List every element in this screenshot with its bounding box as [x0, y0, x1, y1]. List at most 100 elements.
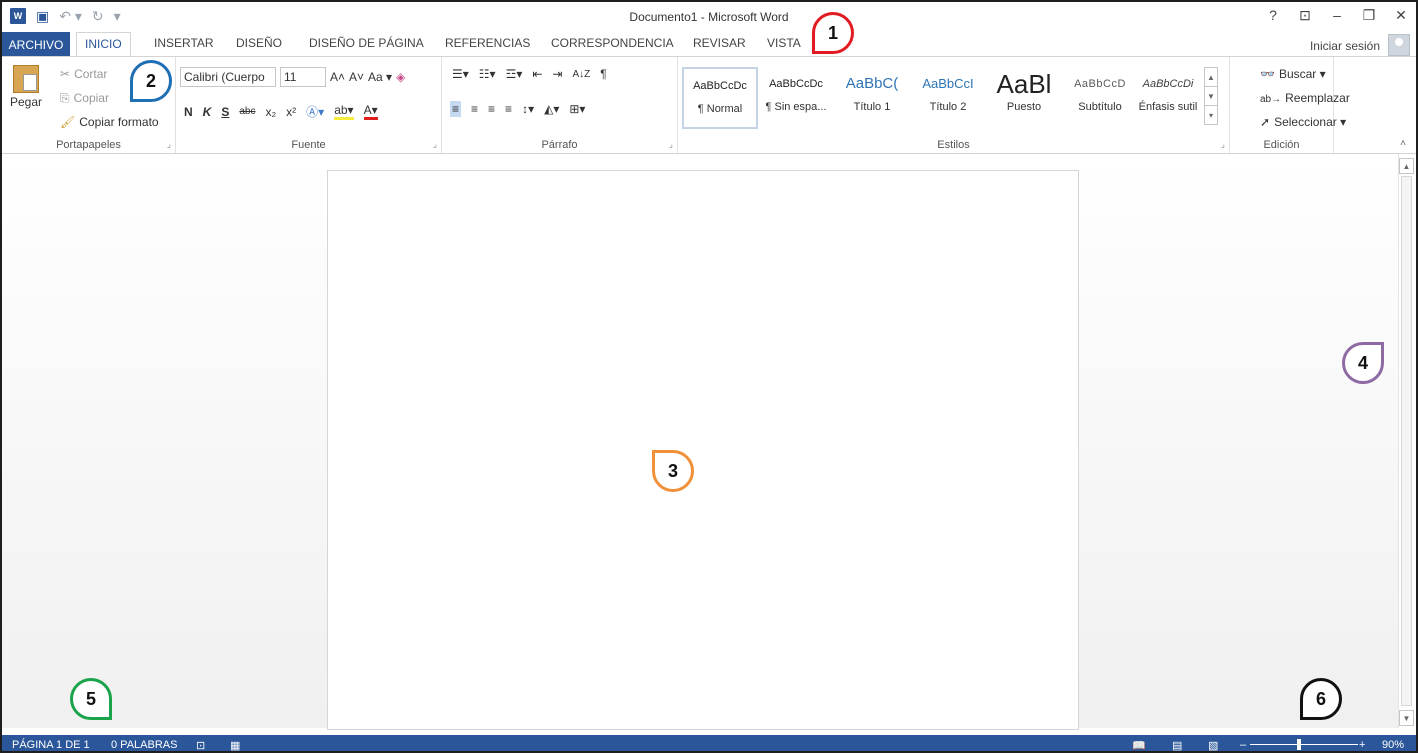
tab-vista[interactable]: VISTA [767, 36, 801, 50]
tab-archivo[interactable]: ARCHIVO [2, 32, 70, 57]
minimize-icon[interactable]: – [1330, 7, 1344, 24]
web-layout-icon[interactable]: ▧ [1208, 739, 1218, 751]
macro-icon[interactable]: ▦ [230, 739, 240, 751]
style-subtitulo[interactable]: AaBbCcD Subtítulo [1062, 67, 1138, 129]
decrease-indent-icon[interactable]: ⇤ [532, 67, 542, 81]
tab-revisar[interactable]: REVISAR [693, 36, 746, 50]
tab-referencias[interactable]: REFERENCIAS [445, 36, 530, 50]
page-count[interactable]: PÁGINA 1 DE 1 [12, 739, 90, 751]
help-icon[interactable]: ? [1266, 7, 1280, 24]
align-left-icon[interactable]: ≡ [450, 101, 462, 117]
subscript-button[interactable]: x₂ [265, 105, 276, 119]
format-painter-button[interactable]: 🖌 Copiar formato [60, 115, 159, 129]
style-puesto[interactable]: AaBl Puesto [986, 67, 1062, 129]
replace-icon: ab→ [1260, 94, 1282, 105]
scroll-up-icon[interactable]: ▲ [1399, 158, 1414, 174]
grow-font-icon[interactable]: A˄ [330, 70, 345, 84]
sort-icon[interactable]: A↓Z [572, 69, 590, 80]
style-titulo-2[interactable]: AaBbCcI Título 2 [910, 67, 986, 129]
paste-button[interactable]: Pegar [8, 65, 44, 109]
font-color-icon[interactable]: A▾ [363, 103, 378, 120]
increase-indent-icon[interactable]: ⇥ [552, 67, 562, 81]
callout-5: 5 [70, 678, 112, 720]
avatar[interactable] [1388, 34, 1410, 56]
style-preview: AaBl [996, 69, 1052, 99]
cut-button[interactable]: ✂ Cortar [60, 67, 107, 81]
sign-in-link[interactable]: Iniciar sesión [1310, 39, 1380, 53]
style-name: Puesto [1006, 101, 1042, 113]
style-titulo-1[interactable]: AaBbC( Título 1 [834, 67, 910, 129]
find-label: Buscar [1278, 67, 1317, 81]
proofing-icon[interactable]: ⊡ [196, 739, 205, 751]
tab-inicio[interactable]: INICIO [76, 32, 131, 57]
dialog-launcher-icon[interactable]: ⌟ [1221, 139, 1225, 150]
zoom-slider-track[interactable] [1250, 744, 1358, 745]
change-case-button[interactable]: Aa ▾ [368, 70, 392, 84]
window-controls: ? ⊡ – ❐ ✕ [1266, 7, 1408, 24]
dialog-launcher-icon[interactable]: ⌟ [167, 139, 171, 150]
find-button[interactable]: 👓 Buscar ▾ [1260, 67, 1326, 81]
multilevel-list-icon[interactable]: ☲▾ [506, 67, 523, 81]
print-layout-icon[interactable]: ▤ [1172, 739, 1182, 751]
ribbon-tabs: ARCHIVO INICIO INSERTAR DISEÑO DISEÑO DE… [2, 32, 1416, 57]
gallery-up-icon[interactable]: ▲ [1205, 68, 1217, 87]
superscript-button[interactable]: x² [286, 105, 296, 119]
numbering-icon[interactable]: ☷▾ [479, 67, 496, 81]
close-icon[interactable]: ✕ [1394, 7, 1408, 24]
group-estilos: AaBbCcDc ¶ Normal AaBbCcDc ¶ Sin espa...… [678, 57, 1230, 153]
restore-icon[interactable]: ❐ [1362, 7, 1376, 24]
status-bar: PÁGINA 1 DE 1 0 PALABRAS ⊡ ▦ 📖 ▤ ▧ – + 9… [2, 735, 1416, 751]
vertical-scrollbar[interactable]: ▲ ▼ [1398, 154, 1414, 728]
bold-button[interactable]: N [184, 105, 193, 119]
word-count[interactable]: 0 PALABRAS [111, 739, 177, 751]
read-mode-icon[interactable]: 📖 [1132, 739, 1146, 751]
styles-gallery-scroller[interactable]: ▲ ▼ ▾ [1204, 67, 1218, 125]
align-center-icon[interactable]: ≡ [471, 102, 478, 116]
line-spacing-icon[interactable]: ↕▾ [522, 102, 534, 116]
ribbon-display-options-icon[interactable]: ⊡ [1298, 7, 1312, 24]
style-preview: AaBbCcD [1074, 78, 1126, 90]
zoom-level[interactable]: 90% [1382, 739, 1404, 751]
style-normal[interactable]: AaBbCcDc ¶ Normal [682, 67, 758, 129]
style-preview: AaBbCcDc [693, 80, 747, 92]
dialog-launcher-icon[interactable]: ⌟ [433, 139, 437, 150]
zoom-in-button[interactable]: + [1359, 739, 1365, 751]
borders-icon[interactable]: ⊞▾ [569, 102, 585, 116]
style-enfasis-sutil[interactable]: AaBbCcDi Énfasis sutil [1134, 67, 1202, 129]
zoom-out-button[interactable]: – [1240, 739, 1246, 751]
dialog-launcher-icon[interactable]: ⌟ [669, 139, 673, 150]
tab-diseno-de-pagina[interactable]: DISEÑO DE PÁGINA [309, 36, 424, 50]
font-size-combo[interactable]: 11 [280, 67, 326, 87]
collapse-ribbon-icon[interactable]: ˄ [1400, 138, 1406, 149]
clear-formatting-icon[interactable]: ◈ [396, 70, 405, 84]
clipboard-icon [13, 65, 39, 93]
zoom-slider-thumb[interactable] [1297, 739, 1301, 750]
tab-insertar[interactable]: INSERTAR [154, 36, 214, 50]
justify-icon[interactable]: ≡ [505, 102, 512, 116]
gallery-more-icon[interactable]: ▾ [1205, 106, 1217, 125]
copy-button[interactable]: ⎘ Copiar [60, 91, 109, 106]
font-name-combo[interactable]: Calibri (Cuerpo [180, 67, 276, 87]
style-name: Título 1 [853, 101, 891, 113]
document-page[interactable] [327, 170, 1079, 730]
gallery-down-icon[interactable]: ▼ [1205, 87, 1217, 106]
scroll-thumb[interactable] [1401, 176, 1412, 706]
show-marks-icon[interactable]: ¶ [600, 67, 606, 81]
select-button[interactable]: ➚ Seleccionar ▾ [1260, 115, 1346, 129]
tab-diseno[interactable]: DISEÑO [236, 36, 282, 50]
strikethrough-button[interactable]: abc [239, 106, 255, 117]
align-right-icon[interactable]: ≡ [488, 102, 495, 116]
highlight-icon[interactable]: ab▾ [334, 103, 354, 120]
shrink-font-icon[interactable]: A˅ [349, 70, 364, 84]
window-title: Documento1 - Microsoft Word [629, 10, 789, 24]
shading-icon[interactable]: ◭▾ [544, 102, 559, 116]
scroll-down-icon[interactable]: ▼ [1399, 710, 1414, 726]
italic-button[interactable]: K [203, 105, 212, 119]
callout-3: 3 [652, 450, 694, 492]
replace-button[interactable]: ab→ Reemplazar [1260, 91, 1350, 105]
bullets-icon[interactable]: ☰▾ [452, 67, 469, 81]
underline-button[interactable]: S [221, 105, 229, 119]
style-sin-espaciado[interactable]: AaBbCcDc ¶ Sin espa... [758, 67, 834, 129]
tab-correspondencia[interactable]: CORRESPONDENCIA [551, 36, 674, 50]
text-effects-icon[interactable]: Ⓐ▾ [306, 103, 324, 120]
